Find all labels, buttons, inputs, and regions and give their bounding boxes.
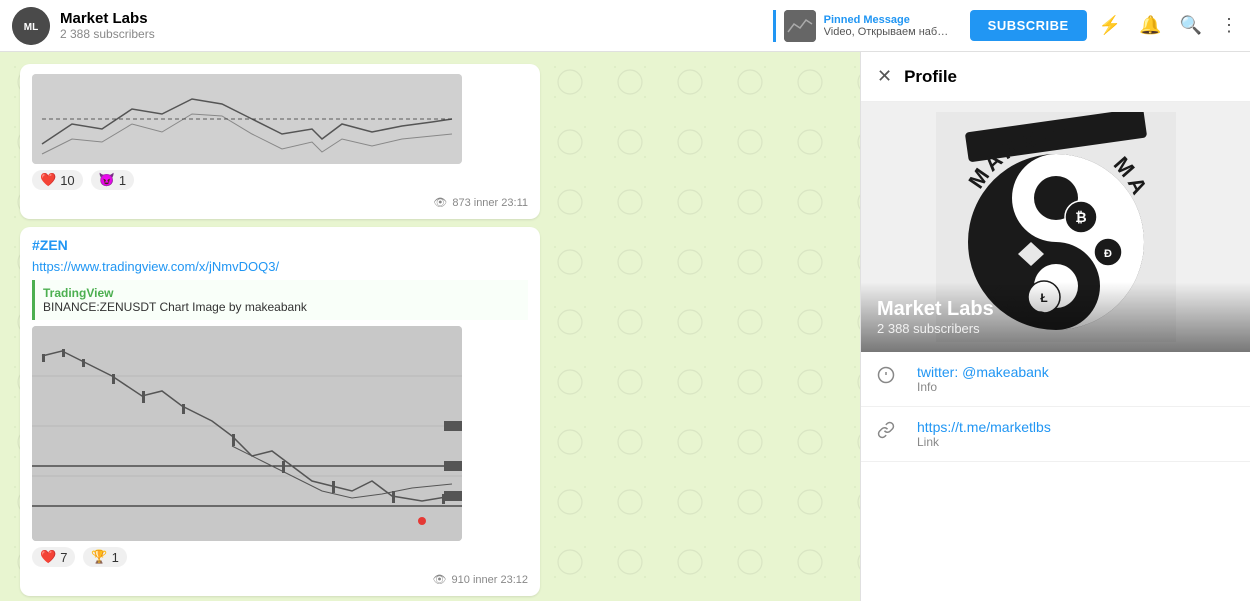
reaction-count-trophy: 1: [112, 550, 119, 565]
close-icon[interactable]: ✕: [877, 66, 892, 87]
info-label: Info: [917, 380, 1234, 394]
message-meta-2: 👁 910 inner 23:12: [32, 573, 528, 586]
chart-image-1: [32, 74, 462, 164]
preview-title: BINANCE:ZENUSDT Chart Image by makeabank: [43, 300, 520, 314]
svg-text:Ð: Ð: [1104, 248, 1112, 260]
twitter-handle[interactable]: @makeabank: [962, 364, 1049, 380]
channel-info: Market Labs 2 388 subscribers: [60, 10, 757, 41]
header-icons: ⚡ 🔔 🔍 ⋮: [1099, 15, 1238, 36]
bell-icon[interactable]: 🔔: [1139, 15, 1161, 36]
profile-panel: ✕ Profile: [860, 52, 1250, 601]
pinned-text: Video, Открываем набор до 1...: [824, 26, 954, 38]
preview-source: TradingView: [43, 286, 520, 300]
reaction-count-1: 10: [60, 173, 74, 188]
message-label-2: inner: [473, 574, 497, 586]
link-value[interactable]: https://t.me/marketlbs: [917, 419, 1234, 435]
message-block-1: ❤️ 10 😈 1 👁 873 inner 23:11: [20, 64, 540, 219]
pinned-message[interactable]: Pinned Message Video, Открываем набор до…: [773, 10, 954, 42]
profile-title: Profile: [904, 67, 957, 87]
profile-channel-name: Market Labs: [877, 298, 1234, 321]
top-header: ML Market Labs 2 388 subscribers Pinned …: [0, 0, 1250, 52]
reaction-emoji-trophy: 🏆: [91, 549, 107, 565]
message-meta-1: 👁 873 inner 23:11: [32, 196, 528, 209]
message-block-2: #ZEN https://www.tradingview.com/x/jNmvD…: [20, 227, 540, 596]
chat-area: ❤️ 10 😈 1 👁 873 inner 23:11 #ZEN https:/…: [0, 52, 860, 601]
view-count-2: 910: [452, 574, 470, 586]
reaction-count-2: 7: [60, 550, 67, 565]
filter-icon[interactable]: ⚡: [1099, 15, 1121, 36]
svg-text:₿: ₿: [1075, 209, 1086, 225]
twitter-info-row: twitter: @makeabank Info: [861, 352, 1250, 407]
svg-text:ML: ML: [24, 22, 38, 33]
subscribe-button[interactable]: SUBSCRIBE: [970, 10, 1087, 41]
link-label: Link: [917, 435, 1234, 449]
more-icon[interactable]: ⋮: [1220, 15, 1238, 36]
preview-box: TradingView BINANCE:ZENUSDT Chart Image …: [32, 280, 528, 320]
reaction-devil-1[interactable]: 😈 1: [91, 170, 134, 190]
message-time-1: 23:11: [501, 197, 528, 209]
eye-icon-2: 👁: [432, 574, 446, 586]
profile-info: twitter: @makeabank Info https://t.me/ma…: [861, 352, 1250, 462]
link-info-row: https://t.me/marketlbs Link: [861, 407, 1250, 462]
reactions-2: ❤️ 7 🏆 1: [32, 547, 528, 567]
info-icon: [877, 366, 905, 389]
main-layout: ❤️ 10 😈 1 👁 873 inner 23:11 #ZEN https:/…: [0, 52, 1250, 601]
profile-cover: ₿ Ð Ł MARKET: [861, 102, 1250, 352]
twitter-label: twitter:: [917, 364, 962, 380]
message-link[interactable]: https://www.tradingview.com/x/jNmvDOQ3/: [32, 259, 528, 274]
profile-name-overlay: Market Labs 2 388 subscribers: [861, 282, 1250, 352]
reaction-count-devil: 1: [119, 173, 126, 188]
channel-avatar: ML: [12, 7, 50, 45]
reaction-emoji-devil: 😈: [99, 172, 115, 188]
reactions-1: ❤️ 10 😈 1: [32, 170, 528, 190]
chart-image-2: [32, 326, 462, 541]
channel-name: Market Labs: [60, 10, 757, 27]
search-icon[interactable]: 🔍: [1180, 15, 1202, 36]
channel-subscribers: 2 388 subscribers: [60, 27, 757, 41]
reaction-emoji-2: ❤️: [40, 549, 56, 565]
message-time-2: 23:12: [500, 574, 528, 586]
reaction-emoji-1: ❤️: [40, 172, 56, 188]
profile-header: ✕ Profile: [861, 52, 1250, 102]
twitter-value: twitter: @makeabank: [917, 364, 1234, 380]
pinned-label: Pinned Message: [824, 14, 954, 26]
reaction-trophy[interactable]: 🏆 1: [83, 547, 126, 567]
view-count-1: 873: [452, 197, 470, 209]
message-hashtag: #ZEN: [32, 237, 528, 253]
reaction-heart-2[interactable]: ❤️ 7: [32, 547, 75, 567]
profile-subscribers: 2 388 subscribers: [877, 321, 1234, 336]
reaction-heart-1[interactable]: ❤️ 10: [32, 170, 83, 190]
pinned-thumbnail: [784, 10, 816, 42]
message-label-1: inner: [474, 197, 498, 209]
link-icon: [877, 421, 905, 444]
eye-icon-1: 👁: [433, 197, 447, 209]
